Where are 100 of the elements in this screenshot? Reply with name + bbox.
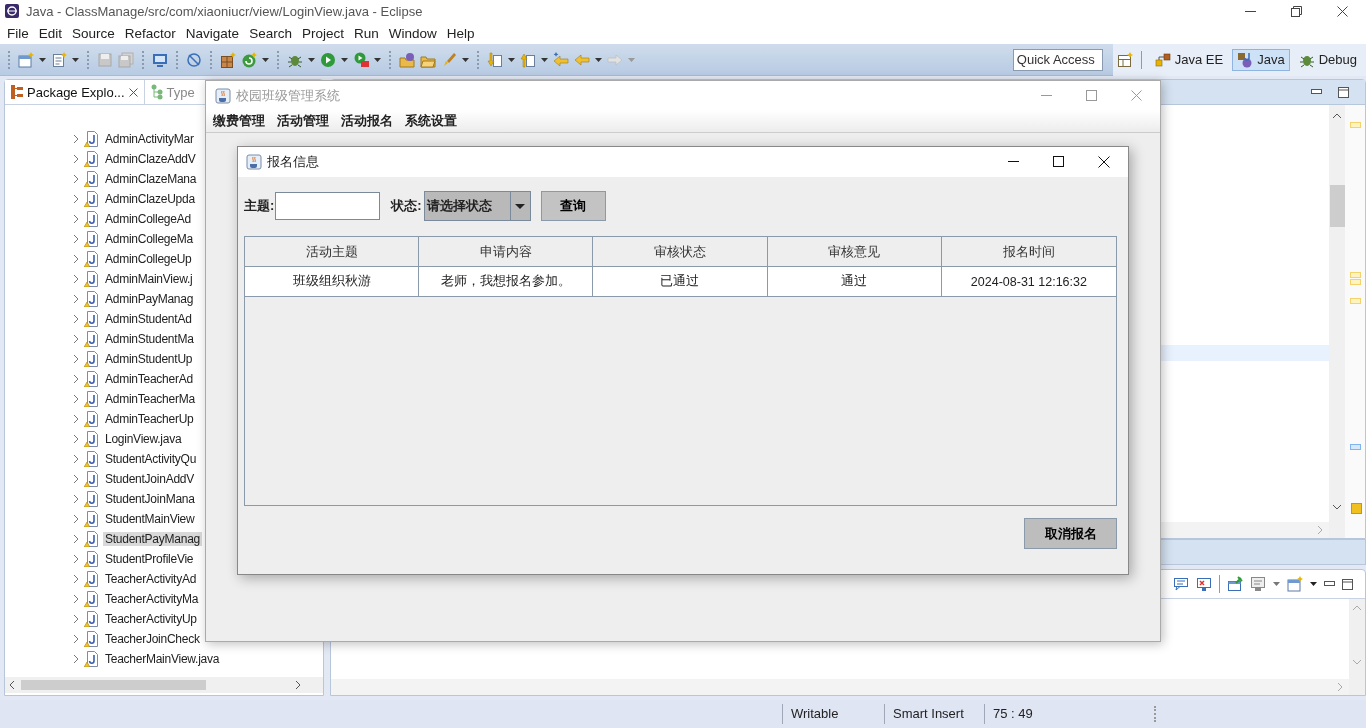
file-name[interactable]: StudentJoinMana: [103, 492, 197, 506]
minimize-icon[interactable]: [1311, 89, 1322, 95]
caret-icon[interactable]: [308, 57, 315, 62]
caret-icon[interactable]: [39, 57, 46, 62]
pencil-icon[interactable]: [441, 51, 457, 68]
file-name[interactable]: StudentPayManag: [103, 532, 202, 546]
scroll-right-icon[interactable]: [295, 680, 301, 690]
file-name[interactable]: TeacherActivityMa: [103, 592, 201, 606]
caret-icon[interactable]: [374, 57, 381, 62]
scroll-left-icon[interactable]: [9, 680, 15, 690]
file-name[interactable]: AdminTeacherUp: [103, 412, 196, 426]
menu-item[interactable]: 活动管理: [272, 112, 335, 130]
file-icon[interactable]: [51, 51, 67, 68]
menu-item[interactable]: Project: [296, 25, 349, 41]
folder-icon[interactable]: [399, 51, 415, 68]
menu-item[interactable]: Search: [244, 25, 297, 41]
file-name[interactable]: AdminCollegeAd: [103, 212, 193, 226]
pin-icon[interactable]: [1227, 576, 1243, 592]
overview-marker[interactable]: [1350, 272, 1361, 278]
file-name[interactable]: AdminTeacherMa: [103, 392, 197, 406]
run-icon[interactable]: [353, 51, 369, 68]
maximize-icon[interactable]: [1053, 156, 1064, 167]
menu-item[interactable]: Source: [67, 25, 120, 41]
caret-icon[interactable]: [462, 57, 469, 62]
monitor-icon[interactable]: [152, 51, 168, 68]
caret-icon[interactable]: [541, 57, 548, 62]
file-name[interactable]: AdminStudentMa: [103, 332, 196, 346]
file-name[interactable]: StudentActivityQu: [103, 452, 199, 466]
menu-item[interactable]: 活动报名: [336, 112, 399, 130]
close-icon[interactable]: [1098, 156, 1110, 168]
close-icon[interactable]: [1337, 5, 1348, 17]
file-name[interactable]: AdminPayManag: [103, 292, 196, 306]
window-icon[interactable]: [18, 51, 34, 68]
caret-icon[interactable]: [262, 57, 269, 62]
perspective-button[interactable]: Java EE: [1149, 48, 1229, 71]
menu-item[interactable]: 缴费管理: [208, 112, 271, 130]
scrollbar-thumb[interactable]: [21, 680, 206, 690]
caret-icon[interactable]: [341, 57, 348, 62]
menu-item[interactable]: 系统设置: [400, 112, 463, 130]
file-name[interactable]: AdminStudentUp: [103, 352, 195, 366]
file-name[interactable]: TeacherJoinCheck: [103, 632, 202, 646]
overview-marker[interactable]: [1350, 444, 1361, 450]
file-name[interactable]: StudentProfileVie: [103, 552, 196, 566]
scrollbar-thumb[interactable]: [1329, 185, 1345, 227]
file-name[interactable]: AdminClazeMana: [103, 172, 199, 186]
window-icon[interactable]: [1287, 576, 1303, 592]
overview-marker[interactable]: [1350, 279, 1361, 285]
restore-icon[interactable]: [1291, 5, 1302, 17]
maximize-icon[interactable]: [1342, 578, 1353, 590]
perspective-button[interactable]: Debug: [1293, 48, 1362, 71]
file-name[interactable]: AdminMainView.j: [103, 272, 195, 286]
menu-item[interactable]: Run: [348, 25, 384, 41]
caret-icon[interactable]: [72, 57, 79, 62]
back-arrow-icon[interactable]: [553, 51, 569, 68]
quick-access-field[interactable]: Quick Access: [1012, 48, 1103, 71]
file-name[interactable]: TeacherActivityAd: [103, 572, 199, 586]
overview-marker[interactable]: [1350, 122, 1361, 128]
overview-marker[interactable]: [1350, 298, 1361, 304]
menu-item[interactable]: Edit: [33, 25, 68, 41]
view-tab[interactable]: Type: [144, 80, 201, 104]
arrow-down-icon[interactable]: [487, 51, 503, 68]
monitor-icon[interactable]: [1250, 576, 1266, 592]
run-icon[interactable]: [320, 51, 336, 68]
file-name[interactable]: TeacherMainView.java: [103, 652, 222, 666]
caret-icon[interactable]: [595, 57, 602, 62]
file-name[interactable]: AdminCollegeUp: [103, 252, 194, 266]
close-icon[interactable]: [128, 87, 138, 97]
file-name[interactable]: AdminClazeAddV: [103, 152, 198, 166]
file-name[interactable]: StudentJoinAddV: [103, 472, 196, 486]
open-perspective-icon[interactable]: [1116, 51, 1133, 68]
minimize-icon[interactable]: [1324, 581, 1335, 587]
menu-item[interactable]: Navigate: [180, 25, 245, 41]
perspective-button[interactable]: Java: [1232, 48, 1290, 71]
status-dropdown[interactable]: 请选择状态: [423, 191, 531, 221]
comment-icon[interactable]: [1173, 576, 1189, 592]
menu-item[interactable]: Help: [441, 25, 480, 41]
file-name[interactable]: StudentMainView: [103, 512, 197, 526]
arrow-up-icon[interactable]: [520, 51, 536, 68]
console-error-icon[interactable]: [1196, 576, 1212, 592]
box-icon[interactable]: [220, 51, 236, 68]
slash-icon[interactable]: [186, 51, 202, 68]
maximize-icon[interactable]: [1338, 86, 1349, 98]
query-button[interactable]: 查询: [540, 191, 606, 221]
file-name[interactable]: AdminTeacherAd: [103, 372, 195, 386]
overview-marker[interactable]: [1351, 503, 1362, 514]
scroll-down-icon[interactable]: [1332, 504, 1342, 510]
view-tab[interactable]: Package Explo...: [5, 80, 145, 104]
file-name[interactable]: AdminActivityMar: [103, 132, 196, 146]
file-name[interactable]: TeacherActivityUp: [103, 612, 199, 626]
menu-item[interactable]: File: [2, 25, 34, 41]
menu-item[interactable]: Window: [383, 25, 442, 41]
scroll-up-icon[interactable]: [1332, 113, 1342, 119]
menu-item[interactable]: Refactor: [119, 25, 181, 41]
file-name[interactable]: AdminStudentAd: [103, 312, 194, 326]
file-name[interactable]: LoginView.java: [103, 432, 184, 446]
caret-icon[interactable]: [515, 203, 526, 209]
caret-icon[interactable]: [1310, 582, 1317, 586]
caret-icon[interactable]: [508, 57, 515, 62]
file-name[interactable]: AdminClazeUpda: [103, 192, 197, 206]
cancel-signup-button[interactable]: 取消报名: [1024, 518, 1117, 549]
